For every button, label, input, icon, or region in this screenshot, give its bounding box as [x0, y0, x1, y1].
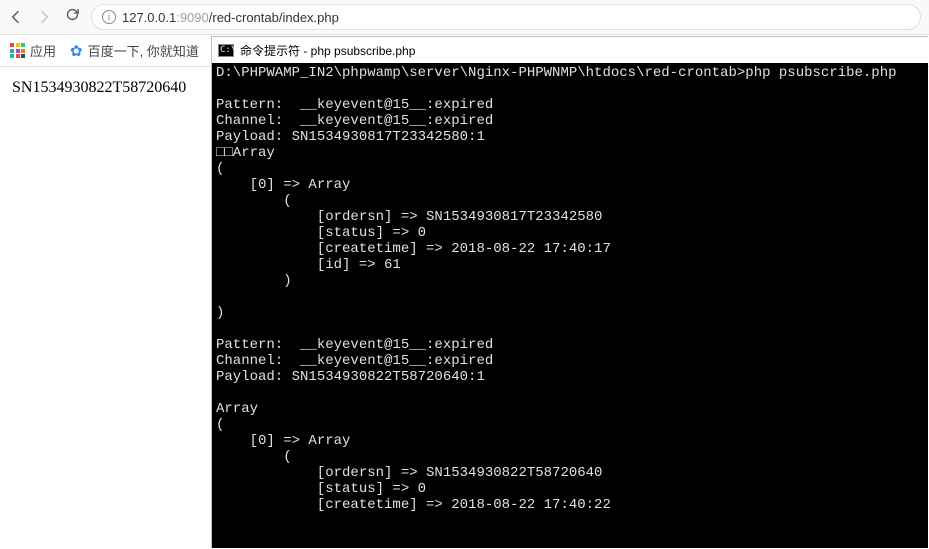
page-text: SN1534930822T58720640 [12, 79, 186, 96]
address-bar[interactable]: i 127.0.0.1:9090/red-crontab/index.php [91, 4, 921, 30]
baidu-bookmark-label: 百度一下, 你就知道 [88, 41, 199, 60]
baidu-icon: ✿ [70, 42, 83, 60]
apps-bookmark-label: 应用 [30, 41, 56, 60]
back-button[interactable] [8, 6, 24, 28]
reload-button[interactable] [64, 6, 81, 28]
apps-icon [10, 43, 25, 58]
terminal-output: D:\PHPWAMP_IN2\phpwamp\server\Nginx-PHPW… [212, 63, 928, 548]
cmd-icon: C:\ [218, 44, 234, 57]
baidu-bookmark[interactable]: ✿ 百度一下, 你就知道 [70, 41, 199, 60]
browser-toolbar: i 127.0.0.1:9090/red-crontab/index.php [0, 0, 929, 35]
url-text: 127.0.0.1:9090/red-crontab/index.php [122, 10, 339, 25]
terminal-titlebar[interactable]: C:\ 命令提示符 - php psubscribe.php [212, 37, 928, 63]
site-info-icon[interactable]: i [102, 10, 116, 24]
apps-bookmark[interactable]: 应用 [10, 41, 56, 60]
forward-button[interactable] [36, 6, 52, 28]
terminal-window: C:\ 命令提示符 - php psubscribe.php D:\PHPWAM… [211, 36, 928, 548]
terminal-title: 命令提示符 - php psubscribe.php [240, 42, 415, 59]
nav-buttons [8, 6, 81, 28]
